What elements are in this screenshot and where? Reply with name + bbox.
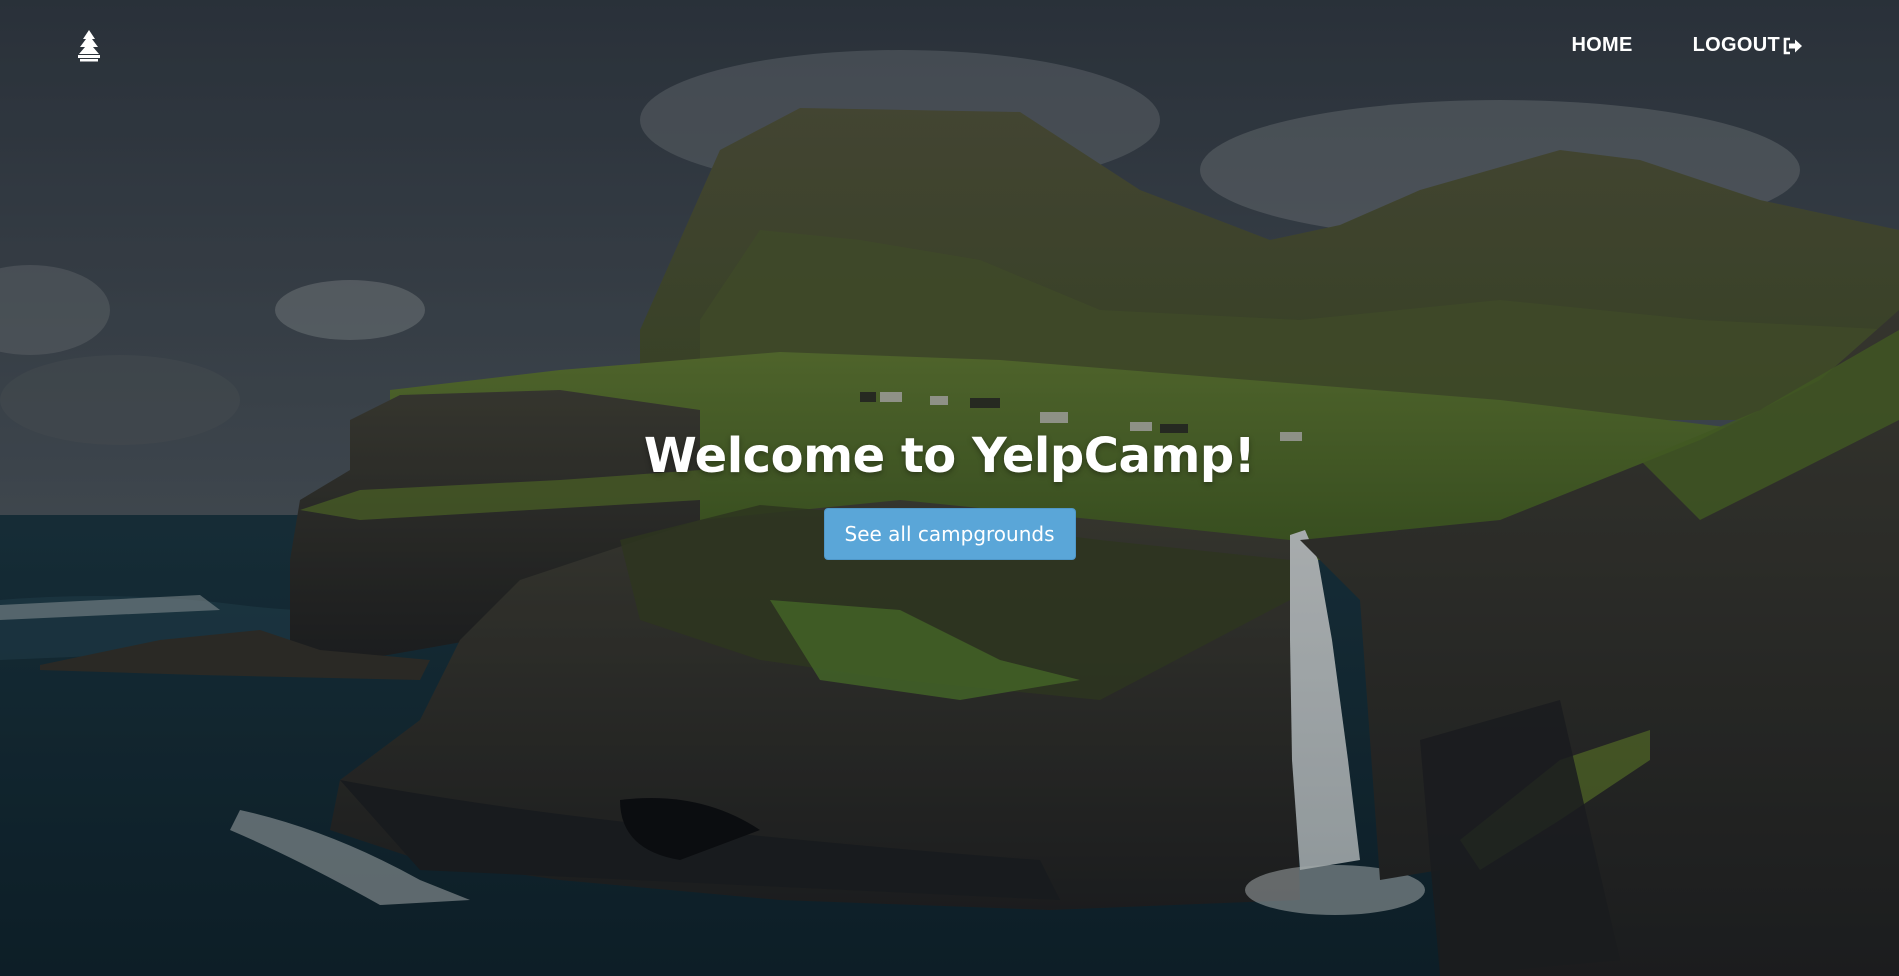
nav-home-link[interactable]: HOME bbox=[1571, 34, 1632, 57]
logout-arrow-icon bbox=[1783, 37, 1803, 55]
hero-section: Welcome to YelpCamp! See all campgrounds bbox=[0, 428, 1899, 560]
hero-title: Welcome to YelpCamp! bbox=[643, 428, 1256, 484]
see-all-campgrounds-button[interactable]: See all campgrounds bbox=[823, 508, 1076, 560]
landing-page: HOME LOGOUT Welcome to YelpCamp! See all… bbox=[0, 0, 1899, 976]
nav-logout-link[interactable]: LOGOUT bbox=[1693, 34, 1803, 57]
top-navbar: HOME LOGOUT bbox=[0, 0, 1899, 94]
nav-links: HOME LOGOUT bbox=[1571, 34, 1803, 57]
campfire-tree-icon[interactable] bbox=[74, 28, 104, 62]
nav-home-label: HOME bbox=[1571, 34, 1633, 56]
nav-logout-label: LOGOUT bbox=[1692, 34, 1780, 56]
